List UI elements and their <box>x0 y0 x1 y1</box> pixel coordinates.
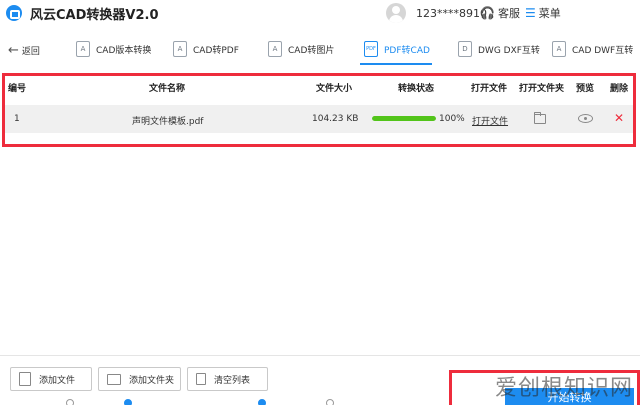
user-account[interactable]: 123****8910 <box>386 3 487 23</box>
table-row[interactable]: 1 声明文件模板.pdf 104.23 KB 100% 打开文件 ✕ <box>5 105 633 133</box>
customer-service-label: 客服 <box>497 7 520 20</box>
clear-list-label: 清空列表 <box>214 375 251 386</box>
tab-pdf-to-cad[interactable]: PDF PDF转CAD <box>364 39 430 59</box>
back-arrow-icon: ← <box>8 43 19 58</box>
tab-label: DWG DXF互转 <box>478 45 540 56</box>
file-name: 声明文件模板.pdf <box>132 117 204 127</box>
watermark: 爱创根知识网 <box>495 376 634 401</box>
tab-label: CAD版本转换 <box>96 45 152 56</box>
column-header: 删除 <box>610 84 629 94</box>
customer-service-button[interactable]: 🎧 客服 <box>480 5 520 21</box>
progress-fill <box>372 116 436 121</box>
tab-label: CAD转PDF <box>193 45 239 56</box>
cad-file-icon: A <box>173 41 187 57</box>
preview-eye-icon[interactable] <box>578 114 593 123</box>
column-header: 打开文件 <box>471 84 508 94</box>
file-table: 编号 文件名称 文件大小 转换状态 打开文件 打开文件夹 预览 删除 1 声明文… <box>2 73 636 147</box>
menu-button[interactable]: ☰ 菜单 <box>525 5 561 21</box>
radio-option[interactable] <box>66 399 74 405</box>
back-label: 返回 <box>21 47 40 57</box>
add-folder-icon <box>107 373 121 385</box>
add-file-icon <box>19 372 31 386</box>
column-header: 文件大小 <box>316 84 353 94</box>
radio-option[interactable] <box>258 399 266 405</box>
column-header: 文件名称 <box>149 84 186 94</box>
trash-icon <box>196 373 206 385</box>
add-folder-label: 添加文件夹 <box>129 375 175 386</box>
dwg-file-icon: D <box>458 41 472 57</box>
open-folder-icon[interactable] <box>534 112 546 124</box>
column-header: 打开文件夹 <box>519 84 565 94</box>
tab-cad-to-image[interactable]: A CAD转图片 <box>268 39 334 59</box>
radio-option[interactable] <box>124 399 132 405</box>
column-header: 预览 <box>576 84 595 94</box>
delete-icon[interactable]: ✕ <box>614 111 624 125</box>
tab-dwg-dxf[interactable]: D DWG DXF互转 <box>458 39 540 59</box>
table-header: 编号 文件名称 文件大小 转换状态 打开文件 打开文件夹 预览 删除 <box>5 81 633 99</box>
tab-cad-to-pdf[interactable]: A CAD转PDF <box>173 39 239 59</box>
output-options <box>0 398 440 405</box>
progress-text: 100% <box>439 114 465 124</box>
pdf-file-icon: PDF <box>364 41 378 57</box>
tab-cad-version[interactable]: A CAD版本转换 <box>76 39 151 59</box>
cad-file-icon: A <box>268 41 282 57</box>
row-index: 1 <box>14 114 20 124</box>
divider <box>0 355 640 356</box>
add-file-label: 添加文件 <box>39 375 76 386</box>
add-folder-button[interactable]: 添加文件夹 <box>98 367 181 391</box>
tab-cad-dwf[interactable]: A CAD DWF互转 <box>552 39 633 59</box>
app-window: 风云CAD转换器V2.0 123****8910 🎧 客服 ☰ 菜单 ← 返回 … <box>0 0 640 405</box>
headset-icon: 🎧 <box>480 6 495 20</box>
cad-file-icon: A <box>552 41 566 57</box>
tab-label: CAD转图片 <box>288 45 335 56</box>
cad-file-icon: A <box>76 41 90 57</box>
active-tab-indicator <box>360 63 432 65</box>
file-size: 104.23 KB <box>312 114 359 124</box>
menu-icon: ☰ <box>525 6 536 20</box>
function-nav: ← 返回 A CAD版本转换 A CAD转PDF A CAD转图片 PDF PD… <box>0 30 640 68</box>
back-button[interactable]: ← 返回 <box>8 43 40 58</box>
open-file-link[interactable]: 打开文件 <box>472 114 508 127</box>
app-logo-icon <box>6 5 22 21</box>
clear-list-button[interactable]: 清空列表 <box>187 367 268 391</box>
user-phone[interactable]: 123****8910 <box>416 7 487 20</box>
column-header: 编号 <box>8 84 27 94</box>
conversion-progress-bar <box>372 116 436 121</box>
add-file-button[interactable]: 添加文件 <box>10 367 92 391</box>
tab-label: PDF转CAD <box>384 45 430 56</box>
menu-label: 菜单 <box>538 7 561 20</box>
tab-label: CAD DWF互转 <box>572 45 634 56</box>
app-title: 风云CAD转换器V2.0 <box>30 7 159 23</box>
avatar[interactable] <box>386 3 406 23</box>
column-header: 转换状态 <box>398 84 435 94</box>
radio-option[interactable] <box>326 399 334 405</box>
